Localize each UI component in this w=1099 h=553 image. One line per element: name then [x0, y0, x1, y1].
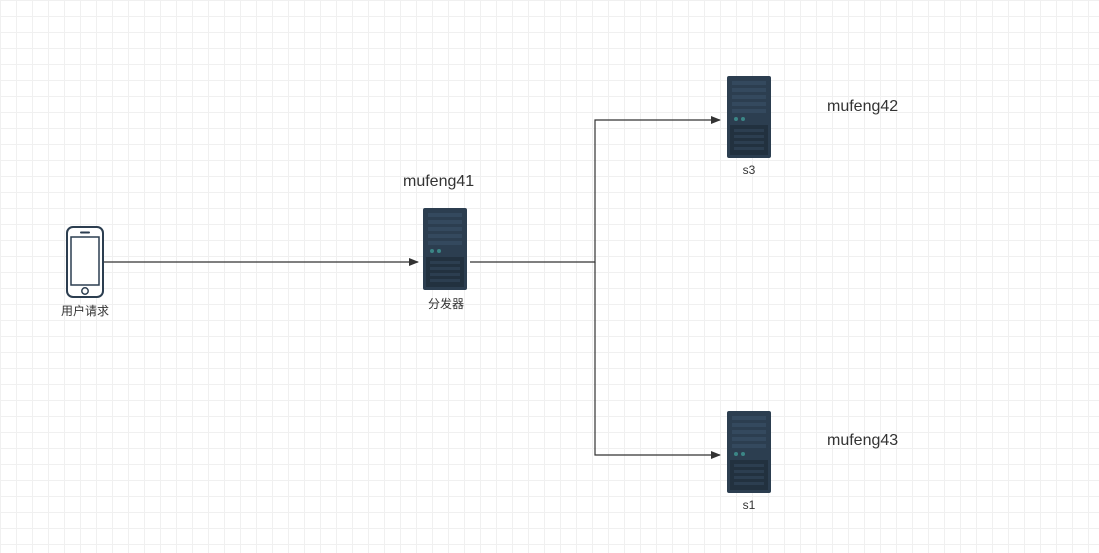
dispatcher-title: mufeng41	[403, 173, 474, 191]
server-icon-bottom	[726, 410, 772, 499]
server-top-title: mufeng42	[827, 98, 898, 116]
connections-layer	[0, 0, 1099, 553]
dispatcher-label: 分发器	[424, 295, 468, 312]
edge-dispatcher-s1	[595, 262, 720, 455]
server-bottom-title: mufeng43	[827, 432, 898, 450]
edge-dispatcher-s3	[470, 120, 720, 262]
diagram-canvas: 用户请求 mufeng41 分发器 mufeng42	[0, 0, 1099, 553]
phone-icon	[66, 226, 104, 303]
server-icon-dispatcher	[422, 207, 468, 296]
server-icon-top	[726, 75, 772, 164]
server-bottom-label: s1	[737, 498, 761, 512]
server-top-label: s3	[737, 163, 761, 177]
client-label: 用户请求	[60, 302, 110, 319]
